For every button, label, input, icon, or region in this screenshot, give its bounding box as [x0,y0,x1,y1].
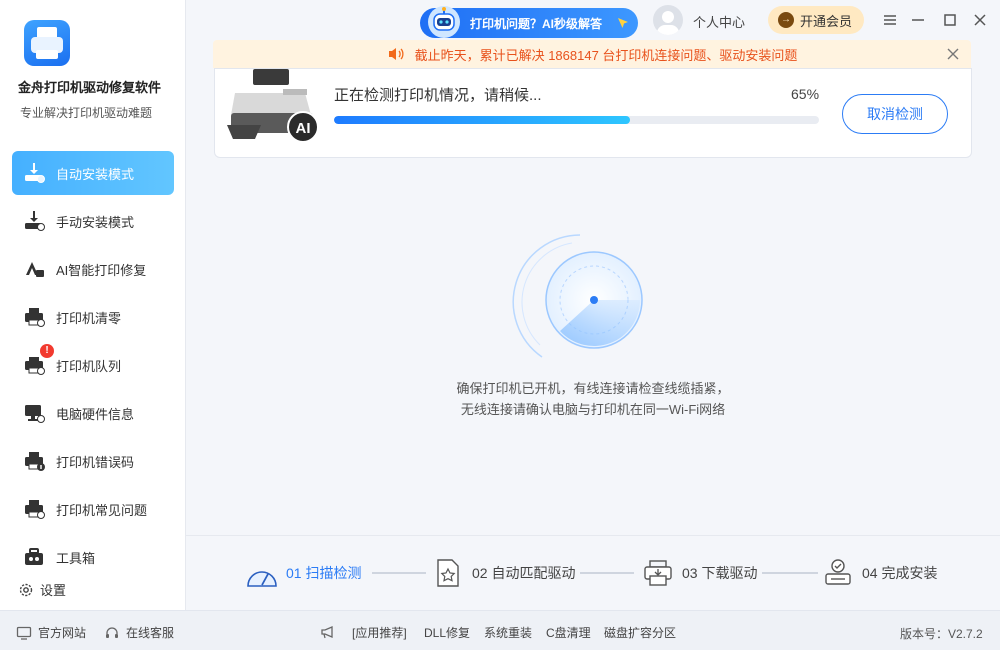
notice-close-icon[interactable] [945,46,961,62]
steps-divider [186,535,1000,536]
close-icon [974,14,986,26]
detect-card: AI 正在检测打印机情况，请稍候... 65% 取消检测 [214,68,972,158]
settings-label: 设置 [40,583,67,598]
printer-ai-icon: AI [227,69,319,143]
sidebar-item-label: 自动安装模式 [56,166,135,182]
step-label: 03 下载驱动 [682,565,758,581]
cancel-detect-button[interactable]: 取消检测 [842,94,948,134]
sidebar: 金舟打印机驱动修复软件 专业解决打印机驱动难题 自动安装模式 手动安装模式 AI… [0,0,186,610]
website-label: 官方网站 [38,626,87,640]
step-label: 01 扫描检测 [286,565,362,581]
vip-button[interactable]: → 开通会员 [768,6,864,34]
megaphone-icon [321,626,333,639]
step-match-driver: 02 自动匹配驱动 [432,558,575,588]
minimize-button[interactable] [908,10,928,30]
step-label: 04 完成安装 [862,565,938,581]
svg-text:AI: AI [296,120,311,137]
hint-line-2: 无线连接请确认电脑与打印机在同一Wi-Fi网络 [460,402,726,417]
sidebar-item-error-code[interactable]: 打印机错误码 [12,439,174,483]
sidebar-item-printer-reset[interactable]: 打印机清零 [12,295,174,339]
auto-install-icon [22,161,46,185]
progress-fill [334,116,630,124]
dll-repair-link[interactable]: DLL修复 [424,624,470,641]
avatar[interactable] [653,5,683,35]
service-link[interactable]: 在线客服 [104,624,174,641]
sidebar-item-label: 打印机队列 [56,358,122,374]
step-connector [580,572,634,574]
arrow-right-icon: → [778,12,794,28]
sidebar-nav: 自动安装模式 手动安装模式 AI智能打印修复 打印机清零 ! 打印机队列 电脑硬… [12,151,174,583]
step-connector [762,572,818,574]
sidebar-item-label: 手动安装模式 [56,214,135,230]
c-drive-clean-link[interactable]: C盘清理 [546,624,591,641]
sidebar-item-toolbox[interactable]: 工具箱 [12,535,174,579]
minimize-icon [912,19,924,21]
sidebar-item-printer-queue[interactable]: ! 打印机队列 [12,343,174,387]
maximize-icon [944,14,956,26]
radar-scan-icon [512,234,643,358]
title-bar: 打印机问题？AI秒级解答 个人中心 → 开通会员 [186,0,1000,40]
sidebar-item-manual-install[interactable]: 手动安装模式 [12,199,174,243]
ai-help-label: 打印机问题？AI秒级解答 [470,16,603,31]
website-link[interactable]: 官方网站 [16,624,86,641]
pointer-icon [618,18,628,28]
monitor-icon [16,626,32,640]
app-name: 金舟打印机驱动修复软件 [18,80,162,95]
speaker-icon [388,48,404,60]
printer-check-icon [825,559,851,585]
hardware-info-icon [22,401,46,425]
notice-text: 截止昨天，累计已解决 1868147 台打印机连接问题、驱动安装问题 [414,47,798,63]
alert-badge: ! [40,344,54,358]
service-label: 在线客服 [126,626,175,640]
gear-icon [19,583,33,596]
user-center-link[interactable]: 个人中心 [693,12,745,31]
sidebar-item-label: 工具箱 [56,550,96,566]
sidebar-item-label: 打印机清零 [56,310,122,326]
menu-button[interactable] [880,10,900,30]
sidebar-item-auto-install[interactable]: 自动安装模式 [12,151,174,195]
detect-status: 正在检测打印机情况，请稍候... [334,87,542,104]
sidebar-item-label: AI智能打印修复 [56,262,147,278]
settings-button[interactable]: 设置 [18,580,66,599]
ai-help-button[interactable]: 打印机问题？AI秒级解答 [420,6,638,38]
sidebar-item-faq[interactable]: 打印机常见问题 [12,487,174,531]
maximize-button[interactable] [940,10,960,30]
toolbox-icon [22,545,46,569]
version-label: 版本号：V2.7.2 [900,627,983,641]
step-label: 02 自动匹配驱动 [472,565,576,581]
scan-gauge-icon [247,571,277,587]
faq-icon [22,497,46,521]
notice-banner: 截止昨天，累计已解决 1868147 台打印机连接问题、驱动安装问题 [213,40,971,68]
step-connector [372,572,426,574]
document-star-icon [437,559,459,587]
app-subtitle: 专业解决打印机驱动难题 [20,106,153,120]
step-complete-install: 04 完成安装 [822,558,937,588]
hamburger-icon [884,15,896,25]
printer-reset-icon [22,305,46,329]
sidebar-item-label: 打印机错误码 [56,454,135,470]
error-code-icon [22,449,46,473]
app-recommend-link[interactable]: [应用推荐] [352,624,407,641]
robot-icon [428,6,460,38]
sidebar-item-hardware-info[interactable]: 电脑硬件信息 [12,391,174,435]
vip-label: 开通会员 [800,13,853,29]
system-reinstall-link[interactable]: 系统重装 [484,624,532,641]
app-logo-icon [24,20,70,66]
printer-download-icon [644,560,672,586]
status-bar: 官方网站 在线客服 [应用推荐] DLL修复 系统重装 C盘清理 磁盘扩容分区 … [0,610,1000,650]
headset-icon [106,626,118,638]
progress-bar [334,116,819,124]
megaphone [320,624,342,640]
close-window-button[interactable] [970,10,990,30]
sidebar-item-label: 打印机常见问题 [56,502,148,518]
manual-install-icon [22,209,46,233]
sidebar-item-ai-repair[interactable]: AI智能打印修复 [12,247,174,291]
ai-repair-icon [22,257,46,281]
hint-line-1: 确保打印机已开机，有线连接请检查线缆插紧， [456,381,730,396]
step-scan: 01 扫描检测 [246,558,361,588]
progress-percent: 65% [791,86,820,102]
sidebar-item-label: 电脑硬件信息 [56,406,135,422]
step-download-driver: 03 下载驱动 [642,558,757,588]
disk-partition-link[interactable]: 磁盘扩容分区 [604,624,676,641]
